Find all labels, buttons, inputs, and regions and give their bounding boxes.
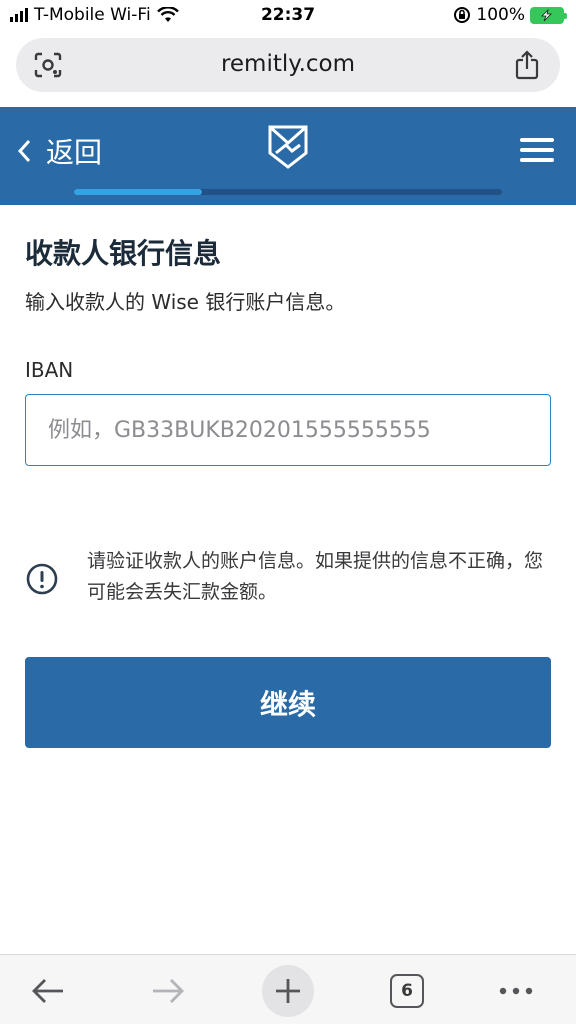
more-icon [499,987,533,995]
battery-percent: 100% [476,5,525,25]
more-button[interactable] [490,965,542,1017]
page-subtitle: 输入收款人的 Wise 银行账户信息。 [25,290,346,314]
continue-button[interactable]: 继续 [25,657,551,748]
share-icon[interactable] [514,50,540,80]
arrow-left-icon [32,979,63,1003]
status-bar: T-Mobile Wi-Fi 22:37 100% [0,0,576,34]
plus-icon [276,979,300,1003]
progress-fill [74,189,203,195]
page-title: 收款人银行信息 [25,237,222,270]
chevron-left-icon [17,139,31,163]
hamburger-menu-icon[interactable] [520,137,554,163]
tab-count: 6 [390,974,424,1008]
notice-text: 请验证收款人的账户信息。如果提供的信息不正确，您可能会丢失汇款金额。 [87,550,544,603]
browser-toolbar: 6 [0,954,576,1024]
url-text[interactable]: remitly.com [16,51,560,77]
progress-bar [74,189,502,195]
orientation-lock-icon [454,7,471,23]
tabs-button[interactable]: 6 [381,965,433,1017]
iban-input[interactable] [25,394,551,466]
back-button[interactable]: 返回 [16,131,102,171]
app-header: 返回 [0,107,576,205]
iban-label: IBAN [25,358,74,382]
status-right: 100% [453,5,567,25]
new-tab-button[interactable] [262,965,314,1017]
back-nav-button[interactable] [22,965,74,1017]
address-bar[interactable]: remitly.com [16,38,560,92]
forward-nav-button[interactable] [142,965,194,1017]
alert-circle-icon [26,563,58,595]
arrow-right-icon [153,979,184,1003]
back-label: 返回 [46,136,103,169]
remitly-logo-icon [268,125,308,169]
battery-icon [530,6,567,24]
